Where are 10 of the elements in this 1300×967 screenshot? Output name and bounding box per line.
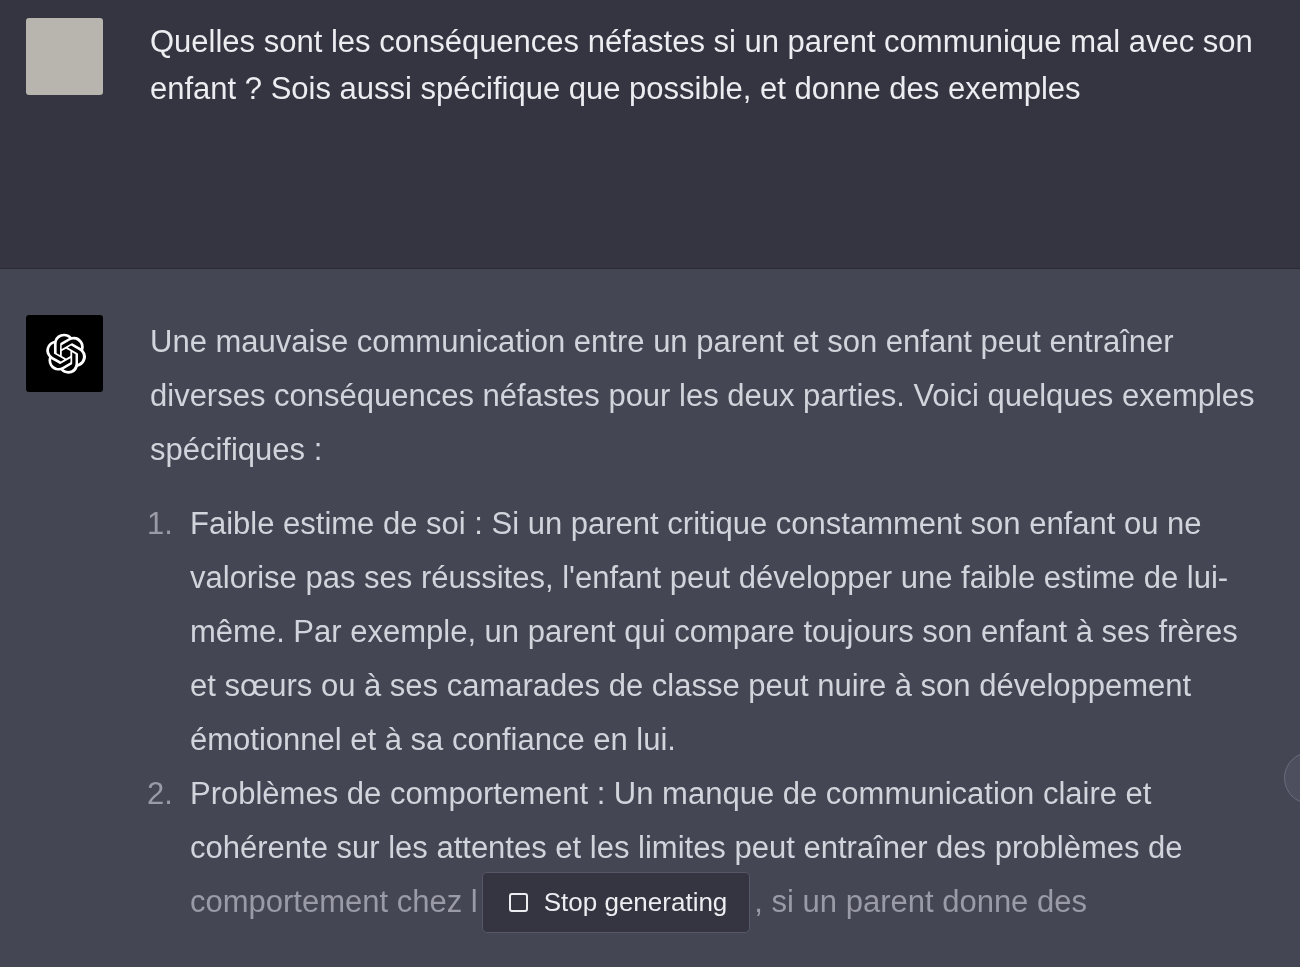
list-number: 2.: [147, 775, 174, 813]
assistant-message: Une mauvaise communication entre un parent et son enfant peut entraîner diverses conséquences néfastes pour les deux parties. Voici quelques exemples spécifiques :: [150, 323, 1256, 469]
list-item-text: comportement chez l: [190, 883, 478, 921]
list-item-text: , si un parent donne des: [754, 883, 1087, 921]
stop-square-icon: [508, 892, 528, 912]
list-item-text: Faible estime de soi : Si un parent critique constamment son enfant ou ne valorise pas ses réussites, l'enfant peut développer une faible estime de lui-même. Par exemple, un parent qui compare toujours son enfant à ses frères et sœurs ou à ses camarades de classe peut nuire à son développement émotionnel et à sa confiance en lui.: [190, 505, 1239, 759]
user-message: Quelles sont les conséquences néfastes si un parent communique mal avec son enfant ? Sois aussi spécifique que possible, et donne des exemples: [150, 23, 1254, 108]
list-item-text: Problèmes de comportement : Un manque de communication claire et cohérente sur les attentes et les limites peut entraîner des problèmes de: [190, 775, 1184, 867]
list-number: 1.: [147, 505, 174, 543]
stop-generating-button[interactable]: Stop generating: [481, 871, 751, 933]
